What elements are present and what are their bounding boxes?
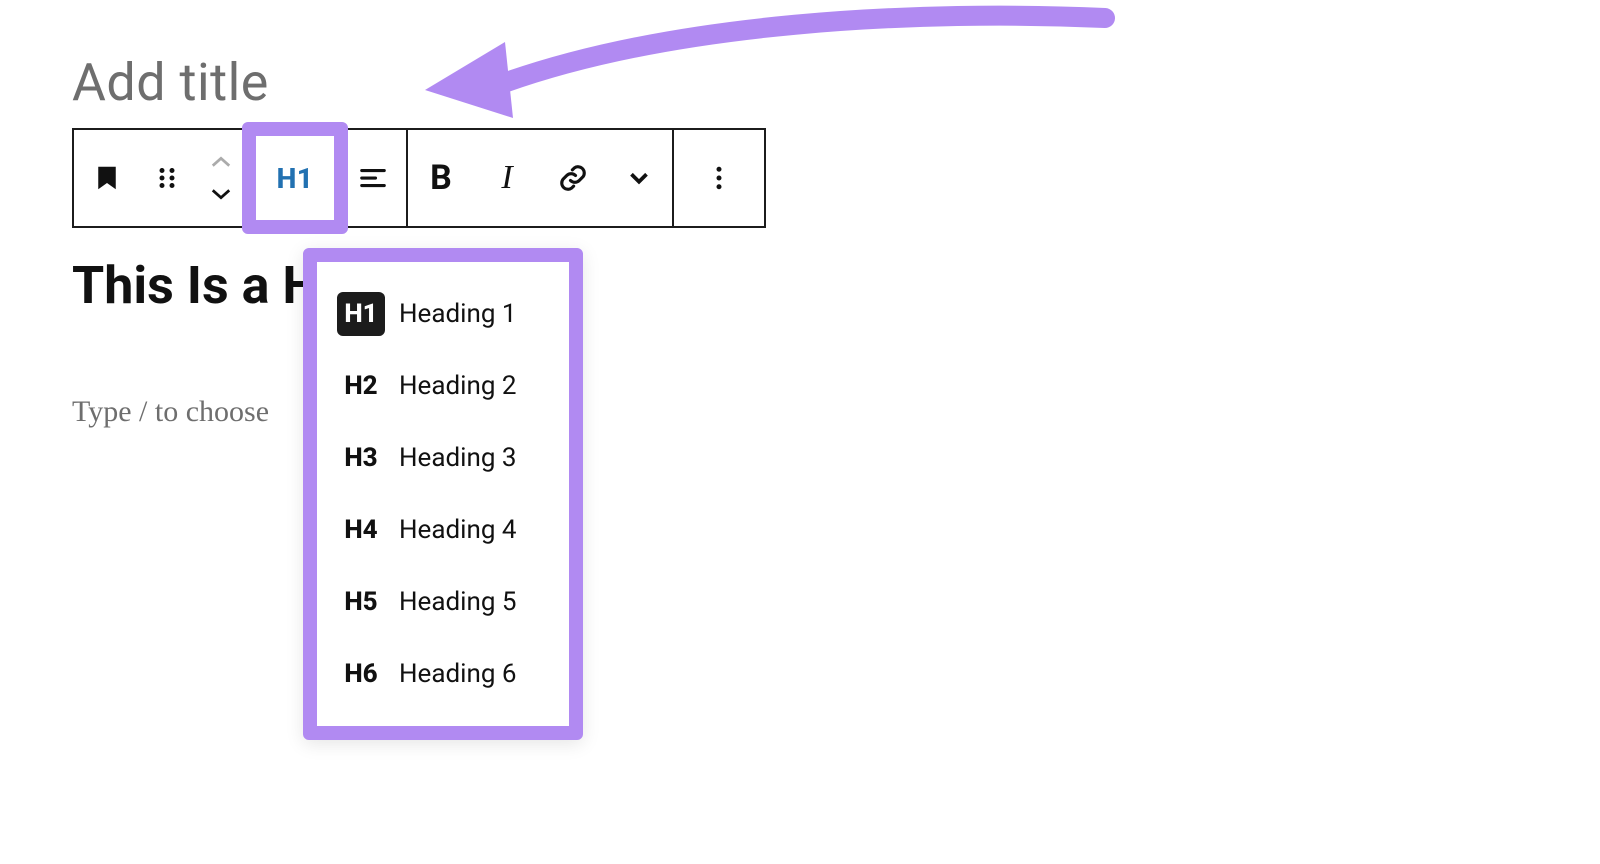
more-formatting-button[interactable] <box>606 130 672 226</box>
heading-option-label: Heading 6 <box>399 659 516 689</box>
bold-icon: B <box>430 158 452 198</box>
block-options-button[interactable] <box>674 130 764 226</box>
link-icon <box>558 163 588 193</box>
move-down-icon <box>210 187 232 201</box>
text-align-button[interactable] <box>340 130 406 226</box>
heading-level-dropdown: H1 Heading 1 H2 Heading 2 H3 Heading 3 H4 Headi… <box>303 248 583 740</box>
heading-option-h5[interactable]: H5 Heading 5 <box>323 566 563 638</box>
heading-option-h6[interactable]: H6 Heading 6 <box>323 638 563 710</box>
heading-tag-icon: H1 <box>337 292 385 336</box>
heading-block-content[interactable]: This Is a H <box>72 255 319 316</box>
editor-stage: Add title <box>0 0 1600 864</box>
bold-button[interactable]: B <box>408 130 474 226</box>
heading-option-h1[interactable]: H1 Heading 1 <box>323 278 563 350</box>
heading-level-button[interactable]: H1 <box>250 130 340 226</box>
chevron-down-icon <box>624 163 654 193</box>
toolbar-group-format: B I <box>408 130 674 226</box>
toolbar-group-heading: H1 <box>250 130 408 226</box>
heading-option-h4[interactable]: H4 Heading 4 <box>323 494 563 566</box>
heading-tag-icon: H3 <box>337 436 385 480</box>
heading-option-label: Heading 3 <box>399 443 516 473</box>
heading-tag-icon: H6 <box>337 652 385 696</box>
post-title-placeholder[interactable]: Add title <box>72 52 269 113</box>
block-mover[interactable] <box>194 130 248 226</box>
more-vertical-icon <box>704 163 734 193</box>
bookmark-icon <box>92 163 122 193</box>
heading-option-h2[interactable]: H2 Heading 2 <box>323 350 563 422</box>
heading-level-label: H1 <box>277 162 314 195</box>
heading-tag-icon: H2 <box>337 364 385 408</box>
align-left-icon <box>358 163 388 193</box>
heading-option-label: Heading 2 <box>399 371 516 401</box>
heading-option-label: Heading 5 <box>399 587 516 617</box>
move-up-icon <box>210 155 232 169</box>
drag-handle-icon <box>152 163 182 193</box>
block-toolbar: H1 B I <box>72 128 766 228</box>
annotation-arrow <box>405 0 1125 140</box>
toolbar-group-options <box>674 130 764 226</box>
paragraph-placeholder[interactable]: Type / to choose <box>72 395 269 429</box>
toolbar-group-block <box>74 130 250 226</box>
drag-handle-button[interactable] <box>140 130 194 226</box>
italic-button[interactable]: I <box>474 130 540 226</box>
block-type-button[interactable] <box>74 130 140 226</box>
heading-tag-icon: H5 <box>337 580 385 624</box>
heading-option-label: Heading 1 <box>399 299 516 329</box>
heading-option-h3[interactable]: H3 Heading 3 <box>323 422 563 494</box>
italic-icon: I <box>501 159 512 197</box>
heading-option-label: Heading 4 <box>399 515 516 545</box>
link-button[interactable] <box>540 130 606 226</box>
heading-tag-icon: H4 <box>337 508 385 552</box>
